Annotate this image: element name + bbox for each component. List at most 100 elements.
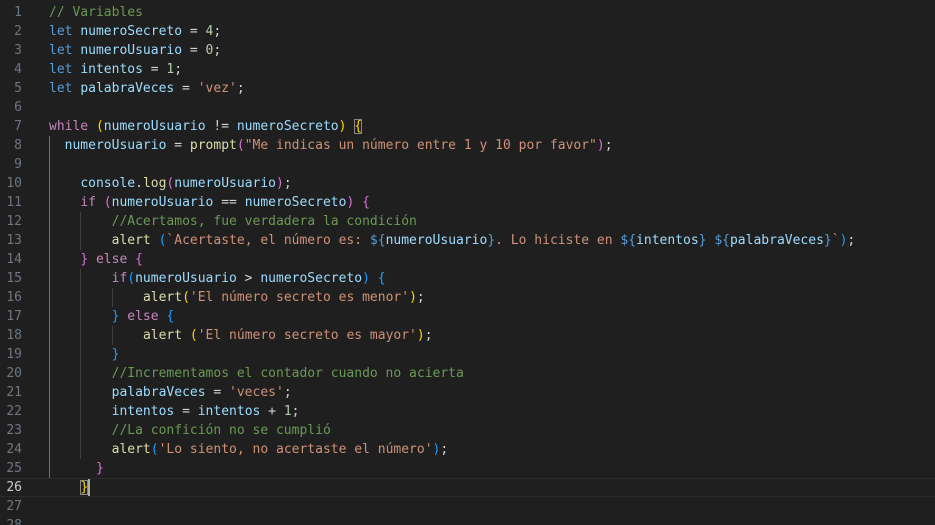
code-text: let numeroSecreto = 4; [49,22,221,41]
code-token: ) [276,176,284,191]
code-text: alert ('El número secreto es mayor'); [143,326,433,345]
line-number: 28 [0,516,22,525]
code-token: numeroUsuario [103,119,206,134]
line-number: 7 [14,119,22,134]
code-token: alert [142,290,183,305]
code-line[interactable]: 11 if (numeroUsuario == numeroSecreto) { [0,193,935,212]
code-token: = [142,62,167,77]
code-token: numeroUsuario [64,138,167,153]
code-token: alert [142,328,183,343]
code-token: 'El número secreto es menor' [189,290,410,305]
code-token: { [135,252,143,267]
code-line[interactable]: 28 [0,516,935,525]
code-token: 1 [283,404,292,419]
line-number: 19 [6,347,22,362]
code-line[interactable]: 1 // Variables [0,3,935,22]
code-text: intentos = intentos + 1; [112,402,300,421]
code-line[interactable]: 27 [0,497,935,516]
code-line[interactable]: 16 alert('El número secreto es menor'); [0,288,935,307]
code-line[interactable]: 14} else { [0,250,935,269]
code-line[interactable]: 3 let numeroUsuario = 0; [0,41,935,60]
line-number: 16 [6,290,22,305]
code-text: } [80,479,89,496]
code-token: ${ [714,233,730,248]
line-number: 23 [6,423,22,438]
code-text: //Incrementamos el contador cuando no ac… [112,364,464,383]
line-number: 12 [6,214,22,229]
code-token: = [174,404,198,419]
code-token: { [166,309,175,324]
code-token: numeroSecreto [244,195,347,210]
code-token: numeroSecreto [260,271,363,286]
line-number: 3 [14,43,22,58]
code-line[interactable]: 24 alert('Lo siento, no acertaste el núme… [0,440,935,459]
line-number: 14 [6,252,22,267]
line-number: 24 [6,442,22,457]
code-token: numeroUsuario [135,271,237,286]
code-text: alert('El número secreto es menor'); [143,288,425,307]
line-number: 9 [14,157,22,172]
code-token: } [111,347,120,362]
code-token: //Incrementamos el contador cuando no ac… [111,366,464,381]
code-line[interactable]: 7 while (numeroUsuario != numeroSecreto) … [0,117,935,136]
code-token: . Lo hiciste en [495,233,621,248]
code-line[interactable]: 20 //Incrementamos el contador cuando no … [0,364,935,383]
code-line[interactable]: 8 numeroUsuario = prompt("Me indicas un n… [0,136,935,155]
indent-guide [80,212,82,250]
code-line[interactable]: 22 intentos = intentos + 1; [0,402,935,421]
code-token: if [111,271,128,286]
code-token: numeroSecreto [236,119,339,134]
code-token: = [174,81,198,96]
line-number: 22 [6,404,22,419]
code-text: } [112,345,120,364]
line-number: 21 [6,385,22,400]
code-token: ; [291,404,300,419]
code-token: + [260,404,284,419]
code-line[interactable]: 18 alert ('El número secreto es mayor'); [0,326,935,345]
code-token: ; [213,24,222,39]
code-line[interactable]: 12 //Acertamos, fue verdadera la condició… [0,212,935,231]
code-token: numeroSecreto [80,24,183,39]
code-token: ; [213,43,222,58]
code-token: { [354,119,363,134]
code-text: alert (`Acertaste, el número es: ${numer… [112,231,856,250]
code-line[interactable]: 2 let numeroSecreto = 4; [0,22,935,41]
code-line[interactable]: 17} else { [0,307,935,326]
code-editor[interactable]: 1 // Variables 2 let numeroSecreto = 4; 3 let… [0,0,935,525]
code-line[interactable]: 19} [0,345,935,364]
line-number: 2 [14,24,22,39]
code-token: = [182,24,206,39]
line-number: 11 [6,195,22,210]
code-token: let [49,62,81,77]
code-token: ; [416,290,425,305]
code-text: console.log(numeroUsuario); [80,174,291,193]
code-text: //Acertamos, fue verdadera la condición [112,212,417,231]
line-number: 10 [6,176,22,191]
code-line[interactable]: 6 [0,98,935,117]
code-line[interactable]: 9 [0,155,935,174]
code-token: ; [604,138,613,153]
code-token: ; [174,62,183,77]
code-line[interactable]: 15 if(numeroUsuario > numeroSecreto) { [0,269,935,288]
code-token: == [213,195,245,210]
code-token: numeroUsuario [385,233,488,248]
code-token: } [80,252,89,267]
code-token: ) [416,328,425,343]
code-token: numeroUsuario [174,176,276,191]
code-line[interactable]: 25} [0,459,935,478]
code-token: else [127,309,167,324]
code-line[interactable]: 21 palabraVeces = 'veces'; [0,383,935,402]
code-token: log [142,176,167,191]
code-line[interactable]: 26} [0,478,935,497]
code-token: 'veces' [229,385,284,400]
code-line[interactable]: 23 //La confición no se cumplió [0,421,935,440]
code-line[interactable]: 5 let palabraVeces = 'vez'; [0,79,935,98]
code-line[interactable]: 13 alert (`Acertaste, el número es: ${num… [0,231,935,250]
line-number: 15 [6,271,22,286]
code-text: let palabraVeces = 'vez'; [49,79,245,98]
code-line[interactable]: 10 console.log(numeroUsuario); [0,174,935,193]
code-token: = [166,138,190,153]
code-text: alert('Lo siento, no acertaste el número… [112,440,449,459]
code-line[interactable]: 4 let intentos = 1; [0,60,935,79]
